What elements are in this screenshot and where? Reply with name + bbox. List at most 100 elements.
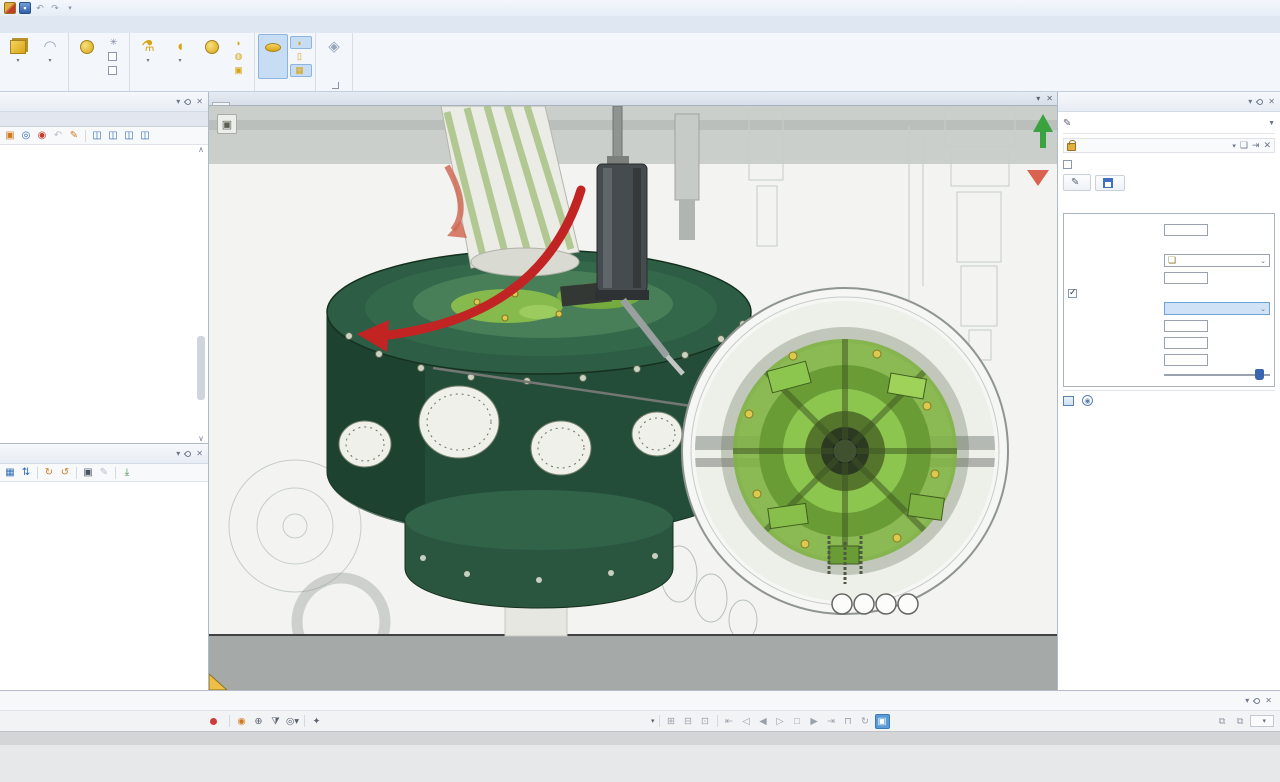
select-keys-icon-1[interactable]: ⊞	[664, 714, 679, 729]
ground-mirror-button[interactable]: ▯	[290, 50, 312, 63]
redo-icon[interactable]: ↷	[49, 2, 61, 14]
camera-view-icon-2[interactable]: ◫	[106, 129, 120, 143]
quick-access-dropdown-icon[interactable]: ▾	[64, 2, 76, 14]
detail-view-checkbox[interactable]	[1063, 157, 1275, 171]
timeline-menu-icon[interactable]: ▾	[1245, 696, 1249, 705]
global-line-width-input[interactable]	[1164, 224, 1208, 236]
silhouette-style-select[interactable]: ⌄	[1164, 302, 1270, 315]
paint-view-icon[interactable]: ✎	[67, 129, 81, 143]
add-key-icon[interactable]: ⊕	[251, 714, 266, 729]
workshops-close-icon[interactable]: ✕	[1268, 97, 1275, 106]
key-icon[interactable]: ◉	[234, 714, 249, 729]
camera-view-icon-4[interactable]: ◫	[138, 129, 152, 143]
set-focal-point-button[interactable]: ✳	[104, 36, 126, 49]
doc-menu-icon[interactable]: ▾	[1036, 94, 1040, 103]
marker-button[interactable]: ⊓	[841, 714, 856, 729]
create-view-icon[interactable]: ▣	[3, 129, 17, 143]
scroll-up-icon[interactable]: ∧	[198, 145, 204, 154]
new-profile-icon[interactable]: ❏	[1240, 140, 1248, 151]
views-menu-icon[interactable]: ▾	[176, 97, 180, 106]
digger-onion-button[interactable]	[876, 594, 896, 614]
digger-help-button[interactable]	[832, 594, 852, 614]
scroll-down-icon[interactable]: ∨	[198, 434, 204, 443]
properties-close-icon[interactable]: ✕	[196, 449, 203, 458]
prev-key-button[interactable]: ◁	[739, 714, 754, 729]
preview-button[interactable]: ✎	[1063, 174, 1091, 191]
profile-dropdown[interactable]: ▾ ❏ ⇥ ✕	[1063, 138, 1275, 153]
properties-pin-icon[interactable]	[184, 449, 192, 457]
silhouette-width-input[interactable]	[1164, 320, 1208, 332]
visible-checkbox[interactable]	[104, 50, 126, 63]
camera-view-icon-3[interactable]: ◫	[122, 129, 136, 143]
shadows-button[interactable]: ◗	[229, 36, 251, 49]
views-scrollbar[interactable]: ∧ ∨	[195, 145, 207, 443]
timeline-pin-icon[interactable]	[1253, 696, 1261, 704]
scrollbar-thumb[interactable]	[197, 336, 205, 400]
dialog-launcher-icon[interactable]	[332, 82, 339, 89]
go-start-button[interactable]: ⇤	[722, 714, 737, 729]
digger-zoom-out-button[interactable]	[854, 594, 874, 614]
camera-view-icon-1[interactable]: ◫	[90, 129, 104, 143]
refresh-icon[interactable]: ↻	[42, 466, 56, 480]
go-end-button[interactable]: ⇥	[824, 714, 839, 729]
save-as-button[interactable]	[1095, 175, 1125, 191]
automatic-checkbox[interactable]	[104, 64, 126, 77]
per-pixel-button[interactable]	[197, 34, 227, 79]
show-silhouettes-checkbox[interactable]	[1068, 286, 1270, 300]
time-filter-icon-1[interactable]: ⧉	[1214, 714, 1229, 729]
mode-button[interactable]: ▾	[3, 34, 33, 79]
workshops-menu-icon[interactable]: ▾	[1248, 97, 1252, 106]
timeline-tracks[interactable]	[0, 745, 1280, 782]
play-button[interactable]: ▷	[773, 714, 788, 729]
play-backward-button[interactable]: ◀	[756, 714, 771, 729]
lighting-mode-button[interactable]: ⚗ ▾	[133, 34, 163, 79]
next-key-button[interactable]: ▶	[807, 714, 822, 729]
timeline-close-icon[interactable]: ✕	[1265, 696, 1272, 705]
update-all-views-icon[interactable]: ◉	[35, 129, 49, 143]
properties-menu-icon[interactable]: ▾	[176, 449, 180, 458]
camera-keys-icon[interactable]: ◎▾	[285, 714, 300, 729]
save-icon[interactable]: ▪	[19, 2, 31, 14]
time-mode-select[interactable]: ▾	[1250, 715, 1274, 727]
ambient-occlusion-button[interactable]: ◍	[229, 50, 251, 63]
select-keys-icon-2[interactable]: ⊟	[681, 714, 696, 729]
depth-of-field-button[interactable]	[72, 34, 102, 79]
save-profile-icon[interactable]: ⇥	[1252, 140, 1260, 151]
workshops-pin-icon[interactable]	[1256, 97, 1264, 105]
lighting-create-button[interactable]: ◖ ▾	[165, 34, 195, 79]
attach-shadow-width-input[interactable]	[1164, 354, 1208, 366]
sort-alpha-icon[interactable]: ⇅	[19, 466, 33, 480]
scene-svg[interactable]	[209, 106, 1057, 690]
outline-style-select[interactable]: ❏ ⌄	[1164, 254, 1270, 267]
refresh-all-icon[interactable]: ↺	[58, 466, 72, 480]
select-keys-icon-3[interactable]: ⊡	[698, 714, 713, 729]
app-icon[interactable]	[4, 2, 16, 14]
outline-width-input[interactable]	[1164, 272, 1208, 284]
update-view-icon[interactable]: ◎	[19, 129, 33, 143]
timeline-ruler[interactable]	[0, 731, 1280, 745]
ground-shadow-button[interactable]: ◗	[290, 36, 312, 49]
loop-button[interactable]: ↻	[858, 714, 873, 729]
glow-button[interactable]: ▣	[229, 64, 251, 77]
digger-magnifier[interactable]	[682, 288, 1008, 614]
views-close-icon[interactable]: ✕	[196, 97, 203, 106]
digger-zoom-in-button[interactable]	[898, 594, 918, 614]
high-quality-button[interactable]: ◈	[319, 34, 349, 79]
loop-mode-button[interactable]: ▣	[875, 714, 890, 729]
snapshot-icon[interactable]: ▣	[81, 466, 95, 480]
auto-keys-record-icon[interactable]	[210, 718, 217, 725]
doc-close-icon[interactable]: ✕	[1046, 94, 1053, 103]
stop-button[interactable]: □	[790, 714, 805, 729]
capture-image-icon[interactable]: ▣	[217, 114, 237, 134]
filter-keys-icon[interactable]: ⧩	[268, 714, 283, 729]
delete-profile-icon[interactable]: ✕	[1263, 140, 1271, 151]
apply-style-icon[interactable]: ✎	[97, 466, 111, 480]
workshop-selector[interactable]: ✎ ▼	[1063, 114, 1275, 134]
ground-button[interactable]	[258, 34, 288, 79]
refinement-slider-handle[interactable]	[1255, 369, 1264, 380]
scene-3d-view[interactable]: ▣	[209, 106, 1057, 690]
undo-icon[interactable]: ↶	[34, 2, 46, 14]
shadow-width-input[interactable]	[1164, 337, 1208, 349]
categorized-icon[interactable]: ▦	[3, 466, 17, 480]
time-filter-icon-2[interactable]: ⧉	[1232, 714, 1247, 729]
